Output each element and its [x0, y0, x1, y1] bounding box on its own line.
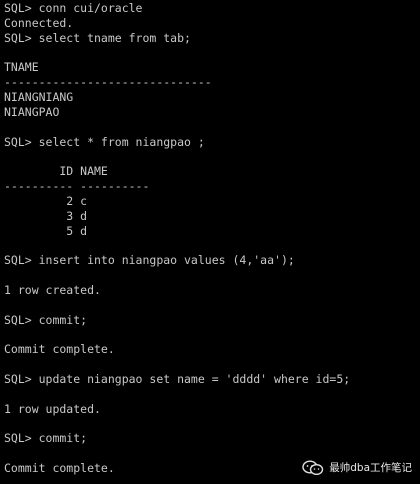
watermark-text: 最帅dba工作笔记 [329, 461, 412, 474]
terminal-line: ------------------------------ [4, 75, 212, 90]
terminal-line: SQL> update niangpao set name = 'dddd' w… [4, 372, 351, 387]
terminal-line: SQL> select * from niangpao ; [4, 134, 205, 149]
terminal-line: SQL> insert into niangpao values (4,'aa'… [4, 253, 295, 268]
terminal-line: Commit complete. [4, 342, 115, 357]
terminal-line: ID NAME [4, 164, 108, 179]
terminal-line: 1 row created. [4, 283, 101, 298]
terminal-line: 1 row updated. [4, 401, 101, 416]
terminal-line: SQL> commit; [4, 312, 88, 327]
terminal-line: NIANGPAO [4, 104, 60, 119]
terminal-line: SQL> conn cui/oracle [4, 1, 143, 15]
terminal-line: TNAME [4, 60, 39, 75]
watermark: 最帅dba工作笔记 [302, 460, 412, 476]
terminal-line: 2 c [4, 193, 88, 208]
terminal-line: NIANGNIANG [4, 90, 74, 105]
terminal-line: SQL> commit; [4, 431, 88, 446]
terminal-line: 3 d [4, 208, 88, 223]
terminal-output[interactable]: SQL> conn cui/oracle Connected. SQL> sel… [0, 0, 420, 484]
terminal-line: ---------- ---------- [4, 179, 150, 194]
terminal-line: 5 d [4, 223, 88, 238]
wechat-icon [302, 460, 324, 476]
terminal-line: SQL> select tname from tab; [4, 30, 191, 45]
terminal-line: Connected. [4, 15, 74, 30]
